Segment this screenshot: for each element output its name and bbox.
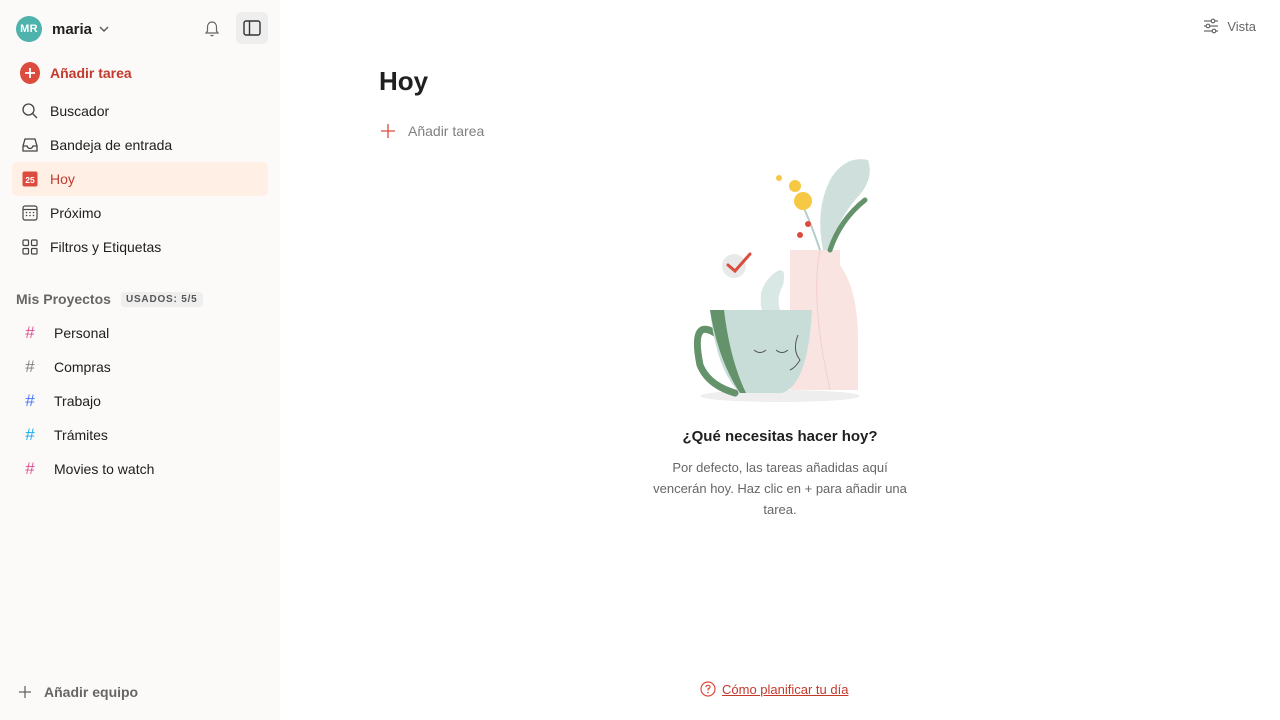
upcoming-calendar-icon	[20, 203, 40, 223]
sidebar: MR maria Añadir tarea Buscador Bandeja d…	[0, 0, 280, 720]
project-compras[interactable]: # Compras	[12, 350, 268, 384]
plus-circle-icon	[20, 62, 40, 84]
plus-icon	[19, 686, 31, 698]
add-task-icon-wrap	[20, 62, 40, 84]
today-calendar-icon: 25	[20, 169, 40, 189]
empty-state-title: ¿Qué necesitas hacer hoy?	[682, 428, 878, 445]
user-menu[interactable]: MR maria	[16, 16, 110, 42]
inbox-icon	[20, 135, 40, 155]
user-name: maria	[52, 20, 93, 38]
svg-text:25: 25	[25, 175, 35, 185]
project-label: Trámites	[54, 427, 108, 443]
nav-search-label: Buscador	[50, 103, 110, 119]
nav-filters-label: Filtros y Etiquetas	[50, 239, 162, 255]
page-title: Hoy	[379, 66, 429, 96]
hash-icon: #	[25, 323, 35, 342]
hash-icon: #	[25, 425, 35, 444]
avatar: MR	[16, 16, 42, 42]
main-content: Vista Hoy Añadir tarea ¿Qué necesitas ha…	[280, 0, 1280, 720]
add-team-label: Añadir equipo	[44, 684, 139, 700]
nav-search[interactable]: Buscador	[12, 94, 268, 128]
nav-filters-labels[interactable]: Filtros y Etiquetas	[12, 230, 268, 264]
hash-icon: #	[25, 459, 35, 478]
project-trabajo[interactable]: # Trabajo	[12, 384, 268, 418]
view-options-label: Vista	[1227, 18, 1256, 34]
project-label: Compras	[54, 359, 111, 375]
empty-state-illustration	[693, 159, 870, 402]
projects-header[interactable]: Mis Proyectos USADOS: 5/5	[16, 291, 203, 307]
toggle-sidebar-button[interactable]	[236, 12, 268, 44]
project-label: Trabajo	[54, 393, 101, 409]
sliders-icon	[1204, 18, 1219, 34]
nav-inbox[interactable]: Bandeja de entrada	[12, 128, 268, 162]
project-tramites[interactable]: # Trámites	[12, 418, 268, 452]
plus-icon	[381, 124, 395, 138]
projects-title: Mis Proyectos	[16, 291, 111, 307]
hash-icon: #	[25, 357, 35, 376]
project-personal[interactable]: # Personal	[12, 316, 268, 350]
projects-usage-badge: USADOS: 5/5	[120, 291, 203, 307]
hash-icon: #	[25, 391, 35, 410]
empty-state-description: Por defecto, las tareas añadidas aquí ve…	[653, 460, 907, 517]
inline-add-task-button[interactable]: Añadir tarea	[380, 123, 484, 139]
help-circle-icon	[700, 681, 716, 697]
search-icon	[20, 101, 40, 121]
add-task-label: Añadir tarea	[50, 65, 132, 81]
view-options-button[interactable]: Vista	[1203, 18, 1256, 34]
add-task-button[interactable]: Añadir tarea	[12, 56, 268, 90]
help-plan-day-link[interactable]: Cómo planificar tu día	[700, 681, 848, 697]
project-label: Personal	[54, 325, 110, 341]
bell-icon	[204, 21, 220, 37]
nav-upcoming-label: Próximo	[50, 205, 102, 221]
notifications-button[interactable]	[198, 15, 226, 43]
inline-add-task-label: Añadir tarea	[408, 123, 485, 139]
nav-inbox-label: Bandeja de entrada	[50, 137, 173, 153]
help-link-label: Cómo planificar tu día	[722, 681, 849, 697]
add-team-button[interactable]: Añadir equipo	[18, 684, 138, 700]
nav-today[interactable]: 25 Hoy	[12, 162, 268, 196]
filters-grid-icon	[20, 237, 40, 257]
project-label: Movies to watch	[54, 461, 155, 477]
project-movies-to-watch[interactable]: # Movies to watch	[12, 452, 268, 486]
nav-today-label: Hoy	[50, 171, 75, 187]
sidebar-panel-icon	[243, 20, 261, 36]
chevron-down-icon	[99, 26, 109, 32]
nav-upcoming[interactable]: Próximo	[12, 196, 268, 230]
